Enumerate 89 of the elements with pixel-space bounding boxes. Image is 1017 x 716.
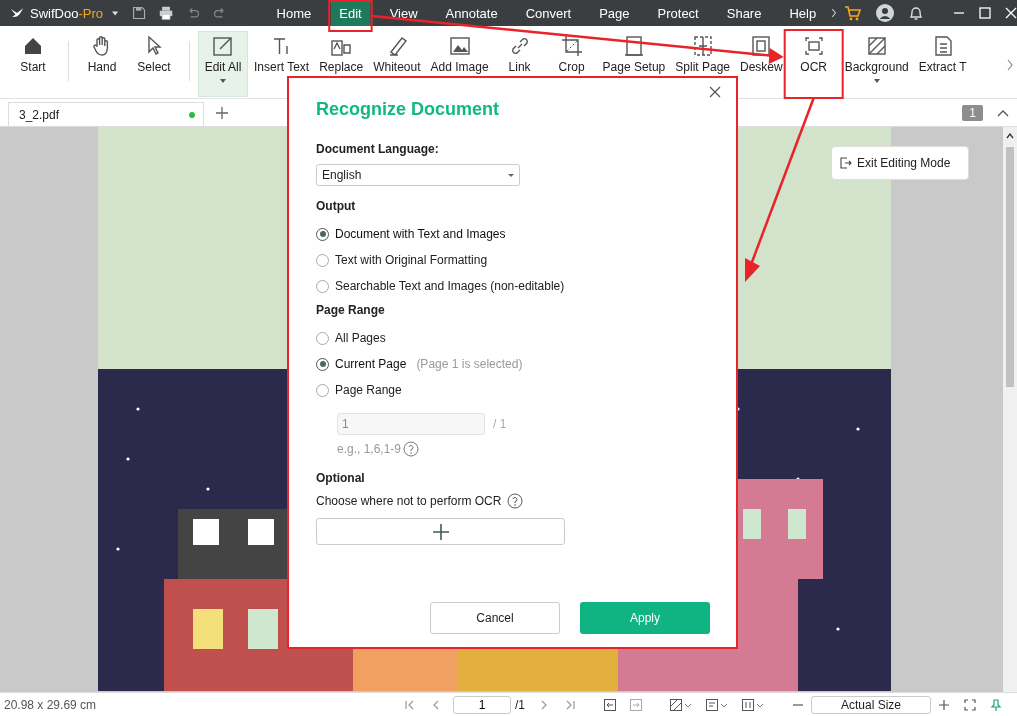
highlight-frame <box>328 0 373 32</box>
print-icon[interactable] <box>159 4 174 22</box>
zoom-in-icon[interactable] <box>938 698 950 711</box>
toolbar-button[interactable]: Page Setup <box>598 31 670 97</box>
exit-editing-button[interactable]: Exit Editing Mode <box>831 146 969 180</box>
maximize-icon[interactable] <box>979 7 991 19</box>
toolbar-button[interactable]: Background <box>840 31 913 97</box>
last-page-icon[interactable] <box>564 698 576 711</box>
user-avatar-icon[interactable] <box>876 4 894 22</box>
toolbar-button[interactable]: Hand <box>77 31 127 97</box>
toolbar-button[interactable]: OCR <box>788 31 839 97</box>
pencil-square-icon <box>212 35 234 57</box>
radio-button[interactable]: Searchable Text and Images (non-editable) <box>316 279 565 293</box>
section-label: Document Language: <box>316 142 440 156</box>
document-tab[interactable]: 3_2.pdf <box>8 102 204 126</box>
bird-logo-icon <box>10 6 25 20</box>
toolbar-button[interactable]: Select <box>129 31 179 97</box>
image-icon <box>448 35 471 57</box>
toolbar-button[interactable]: Split Page <box>671 31 734 97</box>
ocr-icon <box>802 35 825 57</box>
toolbar-button[interactable]: Replace <box>315 31 368 97</box>
bell-icon[interactable] <box>908 4 924 22</box>
help-icon[interactable] <box>403 441 420 457</box>
page-layout-dropdown-icon[interactable] <box>706 698 728 711</box>
menu-tab[interactable]: Convert <box>511 0 586 26</box>
page-total: /1 <box>515 697 525 712</box>
app-name: SwifDoo-Pro <box>30 5 104 21</box>
menu-tab[interactable]: Edit <box>331 0 370 26</box>
chevron-right-icon[interactable] <box>1006 57 1014 72</box>
chevron-up-icon[interactable] <box>1006 133 1014 139</box>
split-page-icon <box>691 35 714 57</box>
hatched-dropdown-icon[interactable] <box>670 698 692 711</box>
dialog-title: Recognize Document <box>316 99 501 120</box>
caret-icon <box>508 173 514 177</box>
hatched-square-icon <box>865 35 888 57</box>
hint-text: (Page 1 is selected) <box>416 357 523 371</box>
close-icon[interactable] <box>709 86 721 98</box>
toolbar-button[interactable]: Whiteout <box>369 31 425 97</box>
scrollbar-thumb[interactable] <box>1006 147 1014 387</box>
range-total: / 1 <box>493 417 507 431</box>
highlight-frame <box>783 29 844 99</box>
plus-icon <box>432 523 449 540</box>
fullscreen-icon[interactable] <box>964 698 976 711</box>
radio-button[interactable]: Document with Text and Images <box>316 227 506 241</box>
page-count-badge: 1 <box>962 104 983 121</box>
radio-button[interactable]: Current Page <box>316 357 407 371</box>
scrollbar[interactable] <box>1003 127 1017 692</box>
menu-tab[interactable]: Help <box>775 0 831 26</box>
page-size-text: 20.98 x 29.69 cm <box>4 697 97 712</box>
menu-tab[interactable]: Annotate <box>431 0 512 26</box>
zoom-dropdown[interactable]: Actual Size <box>811 695 931 714</box>
toolbar-button[interactable]: Start <box>8 31 58 97</box>
toolbar-button[interactable]: Edit All <box>198 31 248 97</box>
language-dropdown[interactable]: English <box>316 164 520 186</box>
exit-icon <box>840 157 852 169</box>
section-label: Page Range <box>316 303 386 317</box>
save-icon[interactable] <box>132 4 147 22</box>
page-setup-icon <box>622 35 645 57</box>
toolbar-button[interactable]: Add Image <box>426 31 493 97</box>
deskew-icon <box>750 35 773 57</box>
cancel-button[interactable]: Cancel <box>430 602 560 634</box>
actual-size-dropdown-icon[interactable] <box>742 698 764 711</box>
option-text: Choose where not to perform OCR <box>316 494 502 508</box>
menu-tab[interactable]: Page <box>585 0 644 26</box>
help-icon[interactable] <box>507 493 524 509</box>
pin-icon[interactable] <box>990 698 1002 711</box>
caret-icon[interactable] <box>112 10 119 16</box>
toolbar-button[interactable]: Deskew <box>736 31 787 97</box>
toolbar-button[interactable]: Crop <box>546 31 597 97</box>
crop-icon <box>560 35 583 57</box>
menu-tab[interactable]: Share <box>712 0 776 26</box>
menu-tab[interactable]: View <box>375 0 432 26</box>
page-number-field[interactable]: 1 <box>453 695 511 714</box>
range-example-text: e.g., 1,6,1-9 <box>337 442 402 456</box>
first-page-icon[interactable] <box>404 698 416 711</box>
section-label: Output <box>316 199 357 213</box>
cart-icon[interactable] <box>844 4 862 22</box>
radio-button[interactable]: Text with Original Formatting <box>316 253 488 267</box>
toolbar-button[interactable]: Extract T <box>914 31 971 97</box>
section-label: Optional <box>316 471 366 485</box>
radio-button[interactable]: All Pages <box>316 331 386 345</box>
plus-icon[interactable] <box>216 106 228 119</box>
chevron-up-icon[interactable] <box>997 108 1009 117</box>
home-icon <box>22 35 44 57</box>
toolbar-button[interactable]: Link <box>494 31 545 97</box>
menu-tab[interactable]: Protect <box>643 0 713 26</box>
radio-button[interactable]: Page Range <box>316 383 402 397</box>
menu-tab[interactable]: Home <box>262 0 326 26</box>
toolbar-button[interactable]: Insert Text <box>250 31 314 97</box>
